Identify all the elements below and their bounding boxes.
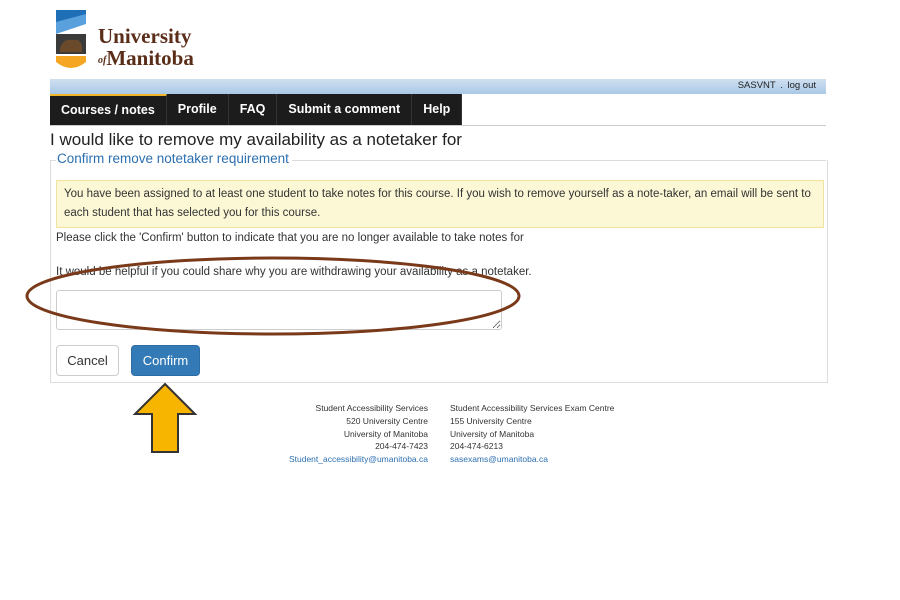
user-bar-separator: . bbox=[780, 80, 783, 91]
tab-courses-notes[interactable]: Courses / notes bbox=[50, 94, 167, 125]
panel-border bbox=[50, 160, 56, 161]
university-name-manitoba: Manitoba bbox=[106, 46, 194, 70]
footer-right-phone: 204-474-6213 bbox=[450, 441, 503, 452]
tab-faq[interactable]: FAQ bbox=[228, 94, 278, 125]
confirm-button[interactable]: Confirm bbox=[131, 345, 200, 376]
university-name-line1: University bbox=[98, 24, 192, 48]
top-bar bbox=[50, 79, 826, 94]
highlight-ellipse bbox=[25, 256, 521, 336]
cancel-button[interactable]: Cancel bbox=[56, 345, 119, 376]
footer-left-email-link[interactable]: Student_accessibility@umanitoba.ca bbox=[289, 454, 428, 464]
username: SASVNT bbox=[737, 80, 776, 91]
footer-sas-contact: Student Accessibility Services 520 Unive… bbox=[289, 402, 428, 466]
logout-link[interactable]: log out bbox=[787, 80, 816, 91]
panel-border bbox=[292, 160, 826, 161]
main-nav: Courses / notes Profile FAQ Submit a com… bbox=[50, 94, 826, 126]
footer-right-line3: University of Manitoba bbox=[450, 428, 535, 439]
tab-profile[interactable]: Profile bbox=[166, 94, 229, 125]
confirm-instruction: Please click the 'Confirm' button to ind… bbox=[56, 232, 524, 244]
footer-left-line1: Student Accessibility Services bbox=[315, 403, 428, 413]
footer-right-line1: Student Accessibility Services Exam Cent… bbox=[450, 403, 615, 413]
footer-left-line2: 520 University Centre bbox=[346, 415, 428, 426]
tab-submit-comment[interactable]: Submit a comment bbox=[277, 94, 413, 125]
footer-exam-centre-contact: Student Accessibility Services Exam Cent… bbox=[450, 402, 614, 466]
page-title: I would like to remove my availability a… bbox=[50, 130, 462, 149]
warning-alert: You have been assigned to at least one s… bbox=[56, 180, 824, 228]
footer-left-line3: University of Manitoba bbox=[343, 428, 428, 439]
university-name: University ofManitoba bbox=[98, 26, 194, 69]
up-arrow-icon bbox=[132, 382, 198, 453]
footer-left-phone: 204-474-7423 bbox=[375, 441, 428, 452]
panel-title: Confirm remove notetaker requirement bbox=[57, 151, 289, 166]
user-bar: SASVNT . log out bbox=[738, 80, 816, 91]
university-logo[interactable]: University ofManitoba bbox=[52, 8, 212, 74]
university-name-line2: ofManitoba bbox=[98, 48, 194, 69]
tab-help[interactable]: Help bbox=[412, 94, 463, 125]
footer-right-email-link[interactable]: sasexams@umanitoba.ca bbox=[450, 454, 548, 464]
footer-right-line2: 155 University Centre bbox=[450, 415, 532, 426]
university-crest-icon bbox=[56, 10, 86, 68]
